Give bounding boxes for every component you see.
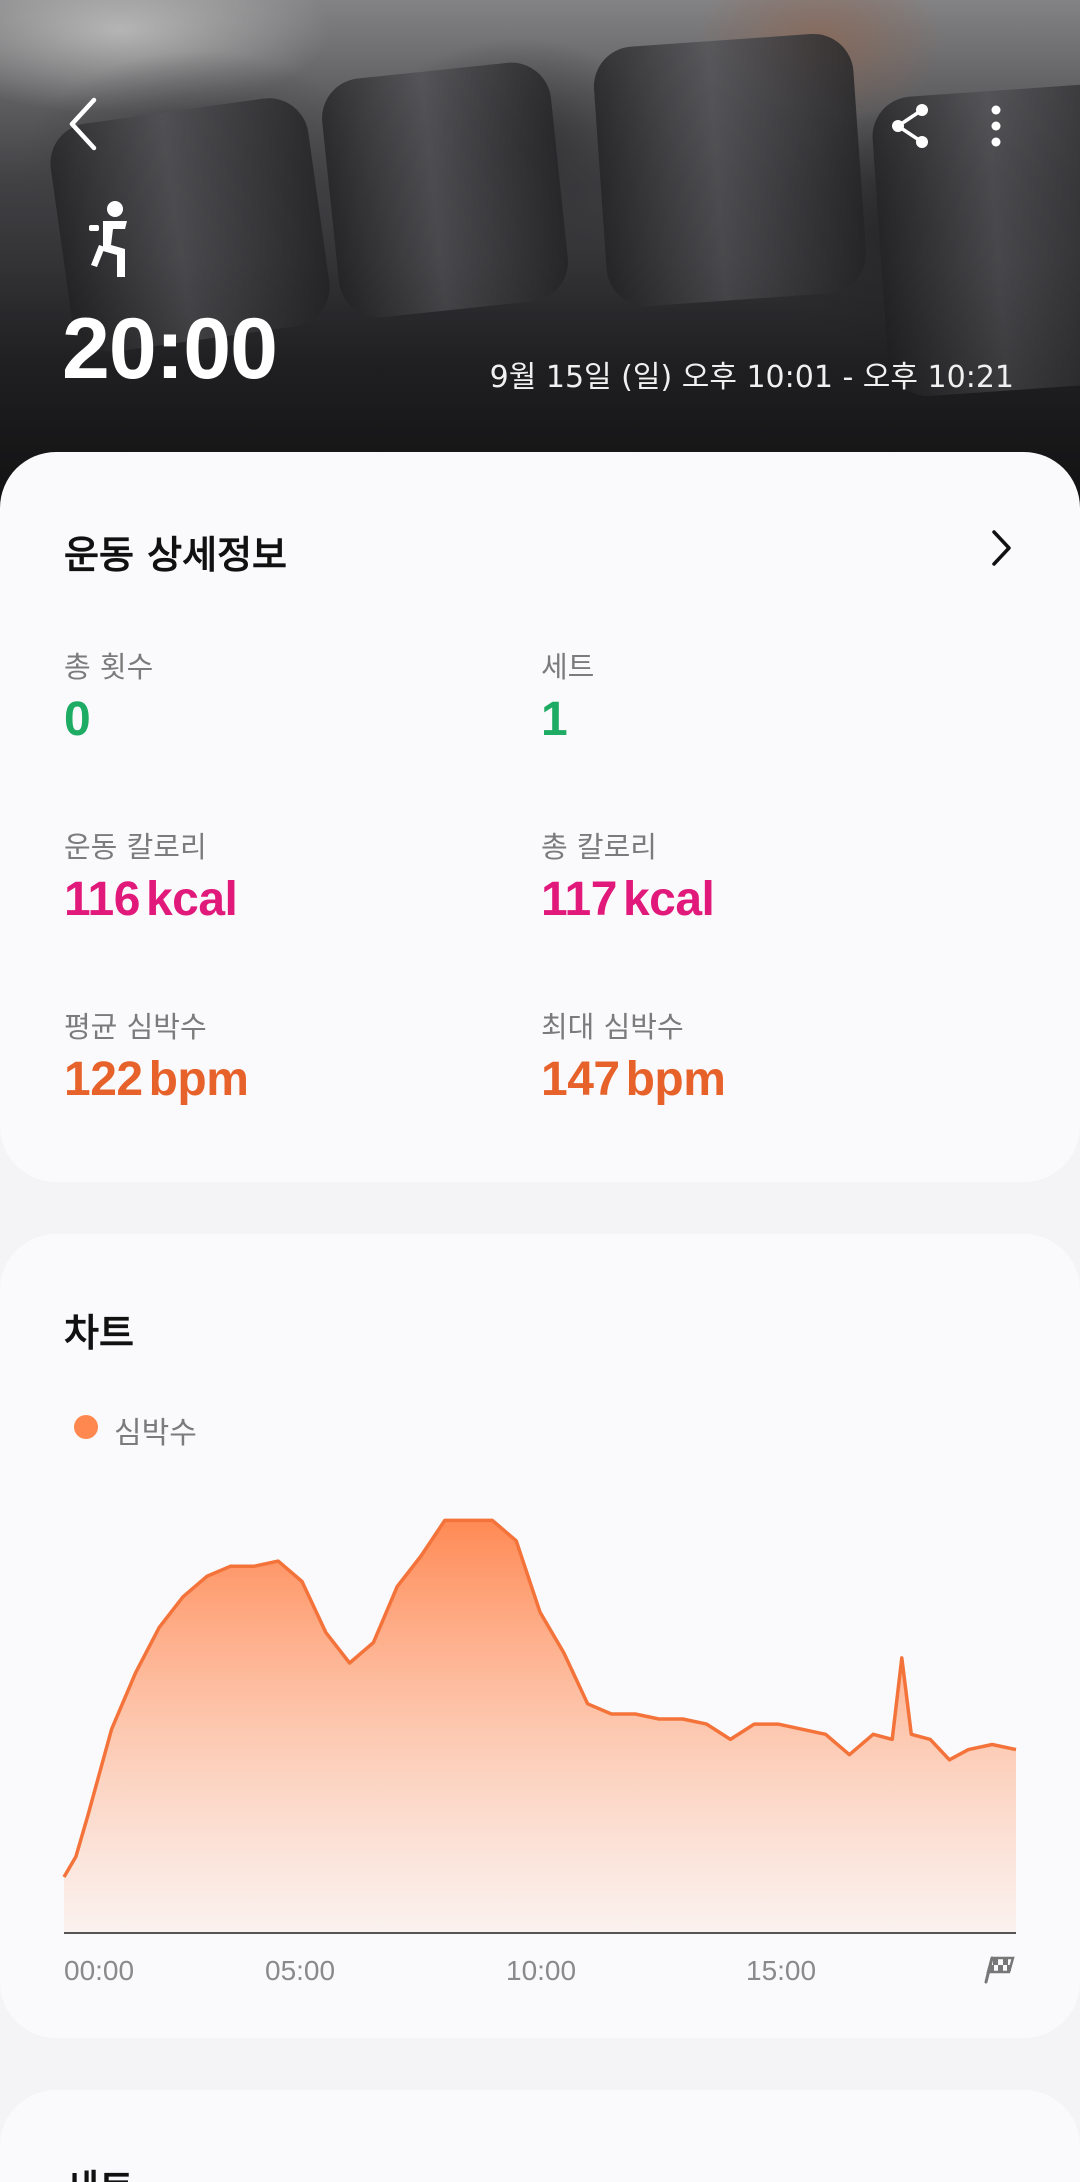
stat-unit: kcal <box>145 873 238 926</box>
x-tick-label: 05:00 <box>265 1955 336 1986</box>
stat-label-sets: 세트 <box>541 650 595 684</box>
stat-unit: bpm <box>625 1053 726 1106</box>
squat-exercise-icon <box>89 201 127 277</box>
stat-number: 122 <box>64 1053 143 1106</box>
stat-number: 1 <box>541 693 568 746</box>
workout-details-card: 운동 상세정보 총 횟수 0 세트 1 운동 칼로리 116 kcal 총 칼로리… <box>0 452 1080 1182</box>
x-tick-label: 00:00 <box>64 1955 135 1986</box>
stat-number: 147 <box>541 1053 620 1106</box>
details-title: 운동 상세정보 <box>64 533 287 577</box>
stat-value-sets: 1 <box>541 692 568 747</box>
checkered-flag-icon <box>984 1956 1015 1984</box>
stat-value-max-heart-rate: 147 bpm <box>541 1052 726 1107</box>
more-vertical-icon <box>991 105 1001 147</box>
x-tick-label: 15:00 <box>746 1955 817 1986</box>
details-more-button[interactable] <box>976 520 1026 576</box>
heart-rate-legend-label: 심박수 <box>114 1416 197 1451</box>
stat-label-max-heart-rate: 최대 심박수 <box>541 1010 684 1044</box>
stat-unit: bpm <box>148 1053 249 1106</box>
workout-date-range: 9월 15일 (일) 오후 10:01 - 오후 10:21 <box>489 360 1014 395</box>
stat-label-avg-heart-rate: 평균 심박수 <box>64 1010 207 1044</box>
heart-rate-chart <box>62 1518 1017 1934</box>
share-button[interactable] <box>882 98 938 154</box>
stat-label-total-reps: 총 횟수 <box>64 650 154 684</box>
stat-value-avg-heart-rate: 122 bpm <box>64 1052 249 1107</box>
x-tick-label: 10:00 <box>506 1955 577 1986</box>
exercise-type-icon-wrap <box>76 196 146 286</box>
more-options-button[interactable] <box>972 98 1020 154</box>
heart-rate-area <box>64 1520 1016 1933</box>
stat-value-total-reps: 0 <box>64 692 91 747</box>
workout-duration: 20:00 <box>62 301 278 397</box>
stat-unit: kcal <box>622 873 715 926</box>
stat-label-total-calories: 총 칼로리 <box>541 830 657 864</box>
heart-rate-legend-dot <box>74 1415 98 1439</box>
stat-value-total-calories: 117 kcal <box>541 872 715 927</box>
sets-card <box>0 2090 1080 2182</box>
stat-number: 0 <box>64 693 91 746</box>
stat-number: 117 <box>541 873 617 926</box>
back-button[interactable] <box>52 92 116 156</box>
hero-shade <box>0 0 1080 520</box>
stat-label-exercise-calories: 운동 칼로리 <box>64 830 207 864</box>
stat-number: 116 <box>64 873 140 926</box>
sets-title: 세트 <box>64 2158 134 2182</box>
chart-title: 차트 <box>64 1311 134 1355</box>
stat-value-exercise-calories: 116 kcal <box>64 872 238 927</box>
hero-header: 20:00 9월 15일 (일) 오후 10:01 - 오후 10:21 <box>0 0 1080 520</box>
chevron-left-icon <box>69 97 97 151</box>
share-icon <box>892 104 928 148</box>
chevron-right-icon <box>992 530 1011 566</box>
